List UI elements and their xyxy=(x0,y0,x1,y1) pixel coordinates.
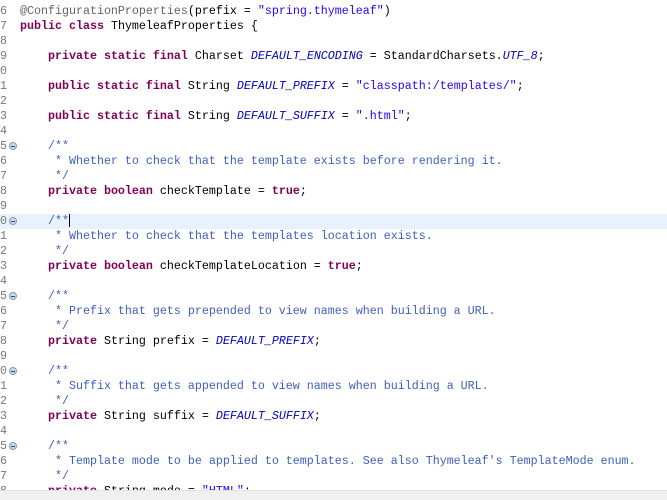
code-line[interactable]: 1 public static final String DEFAULT_PRE… xyxy=(0,79,667,94)
code-line[interactable]: 4 xyxy=(0,424,667,439)
code-line[interactable]: 5 /** xyxy=(0,139,667,154)
code-line[interactable]: 7 public class ThymeleafProperties { xyxy=(0,19,667,34)
line-number: 9 xyxy=(0,349,7,363)
line-number: 6 xyxy=(0,304,7,318)
code-text: */ xyxy=(20,169,69,183)
line-number: 6 xyxy=(0,4,7,18)
line-number: 8 xyxy=(0,34,7,48)
code-text: * Whether to check that the template exi… xyxy=(20,154,503,168)
code-text: * Template mode to be applied to templat… xyxy=(20,454,636,468)
line-number: 7 xyxy=(0,469,7,483)
code-line[interactable]: 2 */ xyxy=(0,244,667,259)
code-text: private String suffix = DEFAULT_SUFFIX; xyxy=(47,409,321,423)
line-number: 6 xyxy=(0,454,7,468)
line-number: 7 xyxy=(0,169,7,183)
code-text: /** xyxy=(47,214,70,228)
code-line[interactable]: 5 /** xyxy=(0,289,667,304)
code-line[interactable]: 9 xyxy=(0,349,667,364)
code-text: public static final String DEFAULT_PREFI… xyxy=(47,79,524,93)
code-line[interactable]: 0 xyxy=(0,64,667,79)
line-number: 9 xyxy=(0,49,7,63)
code-text: /** xyxy=(47,139,69,153)
line-number: 7 xyxy=(0,19,7,33)
code-line[interactable]: 1 * Whether to check that the templates … xyxy=(0,229,667,244)
line-number: 2 xyxy=(0,94,7,108)
code-line[interactable]: 6 * Template mode to be applied to templ… xyxy=(0,454,667,469)
code-text: private String prefix = DEFAULT_PREFIX; xyxy=(47,334,321,348)
code-line[interactable]: 2 xyxy=(0,94,667,109)
code-line[interactable]: 3 public static final String DEFAULT_SUF… xyxy=(0,109,667,124)
line-number: 2 xyxy=(0,244,7,258)
code-text: * Prefix that gets prepended to view nam… xyxy=(20,304,496,318)
line-number: 1 xyxy=(0,379,7,393)
code-line[interactable]: 9 private static final Charset DEFAULT_E… xyxy=(0,49,667,64)
code-line[interactable]: 9 xyxy=(0,199,667,214)
code-text: */ xyxy=(20,319,69,333)
code-line[interactable]: 8 private String prefix = DEFAULT_PREFIX… xyxy=(0,334,667,349)
line-number: 4 xyxy=(0,274,7,288)
line-number: 1 xyxy=(0,229,7,243)
fold-collapse-icon[interactable] xyxy=(9,442,17,450)
code-text: @ConfigurationProperties(prefix = "sprin… xyxy=(20,4,391,18)
code-text: /** xyxy=(47,364,69,378)
line-number: 3 xyxy=(0,109,7,123)
line-number: 3 xyxy=(0,409,7,423)
line-number: 1 xyxy=(0,79,7,93)
code-text: /** xyxy=(47,289,69,303)
code-line[interactable]: 7 */ xyxy=(0,319,667,334)
code-line[interactable]: 6 @ConfigurationProperties(prefix = "spri… xyxy=(0,4,667,19)
line-number: 0 xyxy=(0,64,7,78)
code-line[interactable]: 2 */ xyxy=(0,394,667,409)
code-line[interactable]: 8 private boolean checkTemplate = true; xyxy=(0,184,667,199)
line-number: 4 xyxy=(0,424,7,438)
code-text: */ xyxy=(20,244,69,258)
code-line[interactable]: 1 * Suffix that gets appended to view na… xyxy=(0,379,667,394)
code-line[interactable]: 4 xyxy=(0,274,667,289)
line-number: 8 xyxy=(0,184,7,198)
code-line[interactable]: 6 * Whether to check that the template e… xyxy=(0,154,667,169)
line-number: 9 xyxy=(0,199,7,213)
code-line[interactable]: 0 /** xyxy=(0,214,667,229)
code-line[interactable]: 5 /** xyxy=(0,439,667,454)
fold-collapse-icon[interactable] xyxy=(9,142,17,150)
line-number: 8 xyxy=(0,334,7,348)
code-line[interactable]: 7 */ xyxy=(0,169,667,184)
code-text: public class ThymeleafProperties { xyxy=(20,19,258,33)
code-text: */ xyxy=(20,394,69,408)
code-text: /** xyxy=(47,439,69,453)
line-number: 6 xyxy=(0,154,7,168)
line-number: 2 xyxy=(0,394,7,408)
line-number: 4 xyxy=(0,124,7,138)
code-editor[interactable]: 6 @ConfigurationProperties(prefix = "spri… xyxy=(0,0,667,500)
code-text: * Whether to check that the templates lo… xyxy=(20,229,433,243)
code-text: private static final Charset DEFAULT_ENC… xyxy=(47,49,545,63)
code-text: public static final String DEFAULT_SUFFI… xyxy=(47,109,412,123)
code-text: * Suffix that gets appended to view name… xyxy=(20,379,489,393)
code-line[interactable]: 4 xyxy=(0,124,667,139)
code-line[interactable]: 0 /** xyxy=(0,364,667,379)
code-line[interactable]: 7 */ xyxy=(0,469,667,484)
line-number: 7 xyxy=(0,319,7,333)
fold-collapse-icon[interactable] xyxy=(9,217,17,225)
code-text: private boolean checkTemplate = true; xyxy=(47,184,307,198)
code-text: */ xyxy=(20,469,69,483)
fold-collapse-icon[interactable] xyxy=(9,367,17,375)
code-line[interactable]: 3 private boolean checkTemplateLocation … xyxy=(0,259,667,274)
fold-collapse-icon[interactable] xyxy=(9,292,17,300)
code-line[interactable]: 6 * Prefix that gets prepended to view n… xyxy=(0,304,667,319)
line-number: 3 xyxy=(0,259,7,273)
code-line[interactable]: 3 private String suffix = DEFAULT_SUFFIX… xyxy=(0,409,667,424)
horizontal-scrollbar[interactable] xyxy=(0,490,667,500)
code-line[interactable]: 8 xyxy=(0,34,667,49)
code-text: private boolean checkTemplateLocation = … xyxy=(47,259,363,273)
